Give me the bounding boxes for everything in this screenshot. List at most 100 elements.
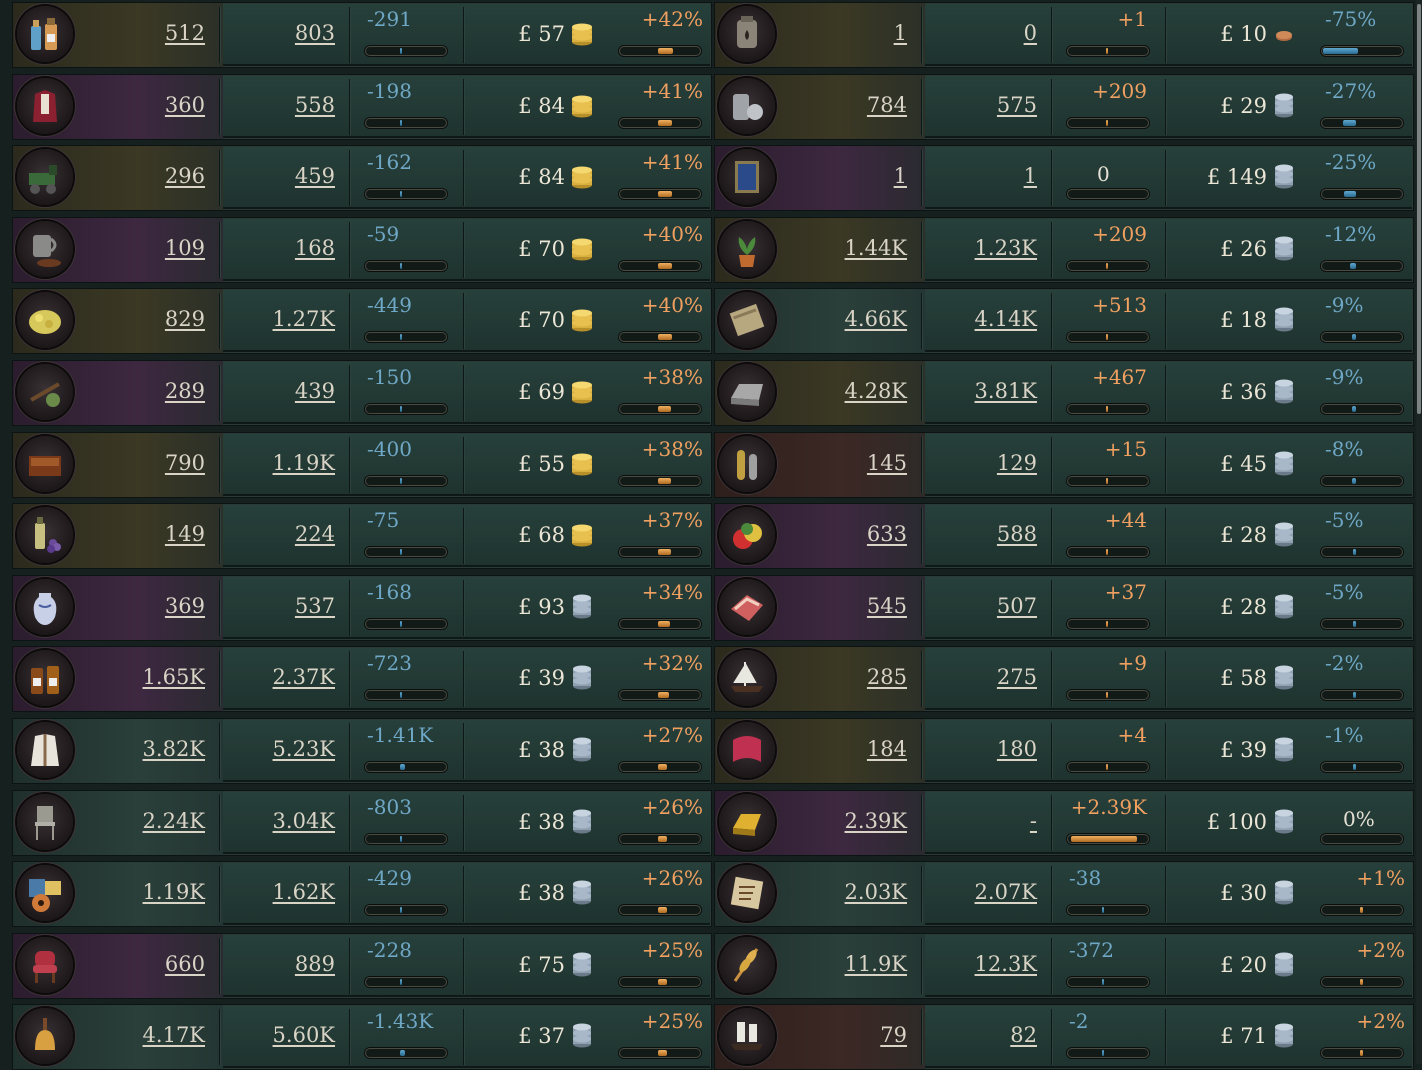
fruit-icon[interactable]	[719, 507, 775, 564]
oil-icon[interactable]	[719, 6, 775, 62]
demand-value[interactable]: 889	[295, 952, 335, 976]
supply-value[interactable]: 184	[867, 737, 907, 761]
supply-value[interactable]: 79	[880, 1023, 907, 1047]
supply-value[interactable]: 660	[165, 952, 205, 976]
price-value[interactable]: £ 55	[518, 452, 565, 476]
demand-value[interactable]: 2.07K	[975, 880, 1037, 904]
iron-ingot-icon[interactable]	[719, 364, 775, 420]
price-value[interactable]: £ 37	[518, 1024, 565, 1048]
supply-value[interactable]: 296	[165, 164, 205, 188]
demand-value[interactable]: 575	[997, 93, 1037, 117]
opium-icon[interactable]	[17, 364, 73, 420]
engine-icon[interactable]	[17, 149, 73, 206]
goods-row[interactable]: 633 588 +44 £ 28 -5%	[714, 503, 1414, 570]
supply-value[interactable]: 633	[867, 522, 907, 546]
scrollbar-thumb[interactable]	[1417, 4, 1421, 414]
goods-row[interactable]: 184 180 +4 £ 39 -1%	[714, 718, 1414, 784]
gold-bars-icon[interactable]	[719, 793, 775, 850]
scrollbar[interactable]	[1416, 0, 1422, 1064]
goods-row[interactable]: 790 1.19K -400 £ 55 +38%	[12, 431, 712, 498]
goods-row[interactable]: 289 439 -150 £ 69 +38%	[12, 360, 712, 426]
demand-value[interactable]: 168	[295, 236, 335, 260]
demand-value[interactable]: 537	[295, 594, 335, 618]
demand-value[interactable]: 2.37K	[273, 665, 335, 689]
supply-value[interactable]: 4.66K	[845, 307, 907, 331]
price-value[interactable]: £ 84	[518, 165, 565, 189]
coffee-icon[interactable]	[17, 220, 73, 277]
demand-value[interactable]: 224	[295, 522, 335, 546]
goods-row[interactable]: 109 168 -59 £ 70 +40%	[12, 216, 712, 283]
gold-nuggets-icon[interactable]	[17, 292, 73, 349]
price-value[interactable]: £ 58	[1220, 666, 1267, 690]
paper-icon[interactable]	[719, 292, 775, 349]
demand-value[interactable]: 4.14K	[975, 307, 1037, 331]
supply-value[interactable]: 1	[894, 164, 907, 188]
furniture-icon[interactable]	[17, 793, 73, 850]
goods-row[interactable]: 829 1.27K -449 £ 70 +40%	[12, 288, 712, 355]
clothes-icon[interactable]	[17, 722, 73, 778]
luxury-furniture-icon[interactable]	[17, 936, 73, 993]
supply-value[interactable]: 512	[165, 21, 205, 45]
steel-icon[interactable]	[719, 77, 775, 134]
price-value[interactable]: £ 36	[1220, 380, 1267, 404]
supply-value[interactable]: 1.19K	[143, 880, 205, 904]
meat-icon[interactable]	[719, 578, 775, 635]
clippers-icon[interactable]	[719, 650, 775, 707]
supply-value[interactable]: 2.39K	[845, 809, 907, 833]
supply-value[interactable]: 149	[165, 522, 205, 546]
goods-row[interactable]: 1.44K 1.23K +209 £ 26 -12%	[714, 216, 1414, 283]
fine-art-icon[interactable]	[719, 149, 775, 206]
services-bell-icon[interactable]	[17, 1008, 73, 1065]
price-value[interactable]: £ 28	[1220, 595, 1267, 619]
demand-value[interactable]: 1.27K	[273, 307, 335, 331]
supply-value[interactable]: 11.9K	[845, 952, 907, 976]
goods-row[interactable]: 145 129 +15 £ 45 -8%	[714, 431, 1414, 498]
supply-value[interactable]: 285	[867, 665, 907, 689]
demand-value[interactable]: 82	[1010, 1023, 1037, 1047]
goods-row[interactable]: 4.28K 3.81K +467 £ 36 -9%	[714, 360, 1414, 426]
demand-value[interactable]: -	[1030, 809, 1037, 833]
goods-row[interactable]: 285 275 +9 £ 58 -2%	[714, 646, 1414, 713]
manowar-icon[interactable]	[719, 1008, 775, 1065]
supply-value[interactable]: 2.24K	[143, 809, 205, 833]
demand-value[interactable]: 3.81K	[975, 379, 1037, 403]
supply-value[interactable]: 784	[867, 93, 907, 117]
supply-value[interactable]: 2.03K	[845, 880, 907, 904]
goods-row[interactable]: 149 224 -75 £ 68 +37%	[12, 503, 712, 570]
porcelain-icon[interactable]	[17, 578, 73, 635]
demand-value[interactable]: 1.62K	[273, 880, 335, 904]
goods-row[interactable]: 1.19K 1.62K -429 £ 38 +26%	[12, 861, 712, 928]
price-value[interactable]: £ 26	[1220, 237, 1267, 261]
demand-value[interactable]: 129	[997, 451, 1037, 475]
ammunition-icon[interactable]	[719, 435, 775, 492]
supply-value[interactable]: 145	[867, 451, 907, 475]
demand-value[interactable]: 803	[295, 21, 335, 45]
supply-value[interactable]: 360	[165, 93, 205, 117]
price-value[interactable]: £ 93	[518, 595, 565, 619]
demand-value[interactable]: 5.23K	[273, 737, 335, 761]
price-value[interactable]: £ 100	[1207, 810, 1267, 834]
tobacco-icon[interactable]	[17, 435, 73, 492]
grain-icon[interactable]	[719, 936, 775, 993]
luxury-clothes-icon[interactable]	[17, 77, 73, 134]
demand-value[interactable]: 1.19K	[273, 451, 335, 475]
price-value[interactable]: £ 68	[518, 523, 565, 547]
price-value[interactable]: £ 20	[1220, 953, 1267, 977]
goods-row[interactable]: 660 889 -228 £ 75 +25%	[12, 932, 712, 999]
price-value[interactable]: £ 38	[518, 738, 565, 762]
supply-value[interactable]: 545	[867, 594, 907, 618]
price-value[interactable]: £ 39	[518, 666, 565, 690]
demand-value[interactable]: 1	[1024, 164, 1037, 188]
goods-row[interactable]: 2.39K - +2.39K £ 100 0%	[714, 789, 1414, 856]
liquor-icon[interactable]	[17, 650, 73, 707]
demand-value[interactable]: 275	[997, 665, 1037, 689]
demand-value[interactable]: 180	[997, 737, 1037, 761]
supply-value[interactable]: 3.82K	[143, 737, 205, 761]
wine-icon[interactable]	[17, 507, 73, 564]
demand-value[interactable]: 558	[295, 93, 335, 117]
goods-row[interactable]: 545 507 +37 £ 28 -5%	[714, 574, 1414, 641]
demand-value[interactable]: 439	[295, 379, 335, 403]
price-value[interactable]: £ 69	[518, 380, 565, 404]
goods-row[interactable]: 3.82K 5.23K -1.41K £ 38 +27%	[12, 718, 712, 784]
price-value[interactable]: £ 149	[1207, 165, 1267, 189]
